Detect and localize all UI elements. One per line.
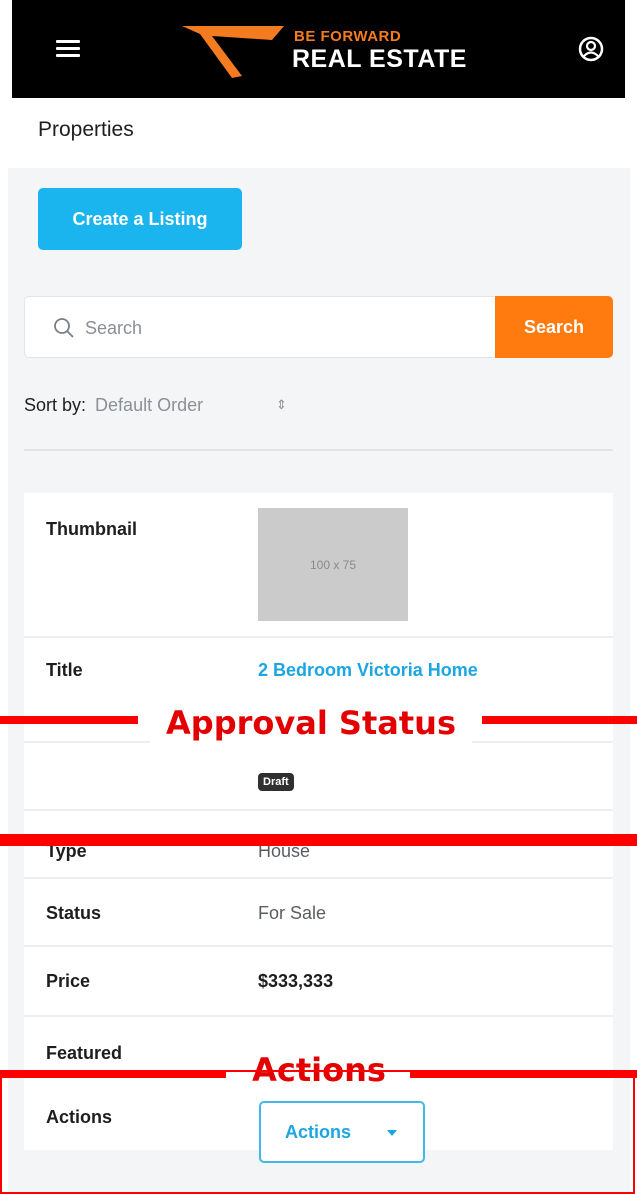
status-label: Status	[46, 903, 102, 923]
price-label: Price	[46, 971, 91, 991]
chevron-up-down-icon[interactable]: ⇕	[276, 397, 287, 413]
status-value: For Sale	[258, 903, 327, 923]
search-input[interactable]	[85, 311, 475, 345]
title-label: Title	[46, 660, 83, 680]
price-value: $333,333	[258, 971, 334, 991]
logo-text-bottom: REAL ESTATE	[292, 45, 467, 73]
create-listing-button[interactable]: Create a Listing	[38, 188, 242, 250]
search-box	[24, 296, 495, 358]
logo-swoosh-icon	[182, 26, 284, 78]
user-account-icon[interactable]	[578, 36, 604, 67]
price-row: Price $333,333	[24, 947, 613, 1017]
thumbnail-placeholder-text: 100 x 75	[309, 557, 357, 572]
thumbnail-label: Thumbnail	[46, 519, 137, 539]
sort-label: Sort by:	[24, 395, 87, 415]
approval-status-badge: Draft	[258, 773, 294, 791]
featured-label: Featured	[46, 1043, 123, 1063]
annotation-divider	[0, 834, 637, 846]
sort-select[interactable]: Default Order	[95, 395, 203, 415]
annotation-line-left	[0, 716, 138, 724]
logo-text-top: BE FORWARD	[294, 28, 402, 45]
listing-title-link[interactable]: 2 Bedroom Victoria Home	[258, 660, 478, 681]
approval-status-row: Draft	[24, 743, 613, 811]
page-title: Properties	[38, 118, 134, 141]
top-navbar: BE FORWARD REAL ESTATE	[12, 0, 625, 98]
hamburger-menu-icon[interactable]	[56, 38, 80, 60]
status-row: Status For Sale	[24, 879, 613, 947]
thumbnail-row: Thumbnail 100 x 75	[24, 493, 613, 638]
annotation-approval-status: Approval Status	[150, 701, 472, 745]
annotation-line-right	[482, 716, 637, 724]
sort-row: Sort by: Default Order ⇕	[24, 395, 287, 416]
annotation-actions-frame	[0, 1070, 635, 1194]
search-button[interactable]: Search	[495, 296, 613, 358]
brand-logo[interactable]: BE FORWARD REAL ESTATE	[172, 20, 482, 80]
divider	[24, 449, 613, 451]
search-icon	[53, 317, 75, 344]
thumbnail-image[interactable]: 100 x 75	[258, 508, 408, 621]
